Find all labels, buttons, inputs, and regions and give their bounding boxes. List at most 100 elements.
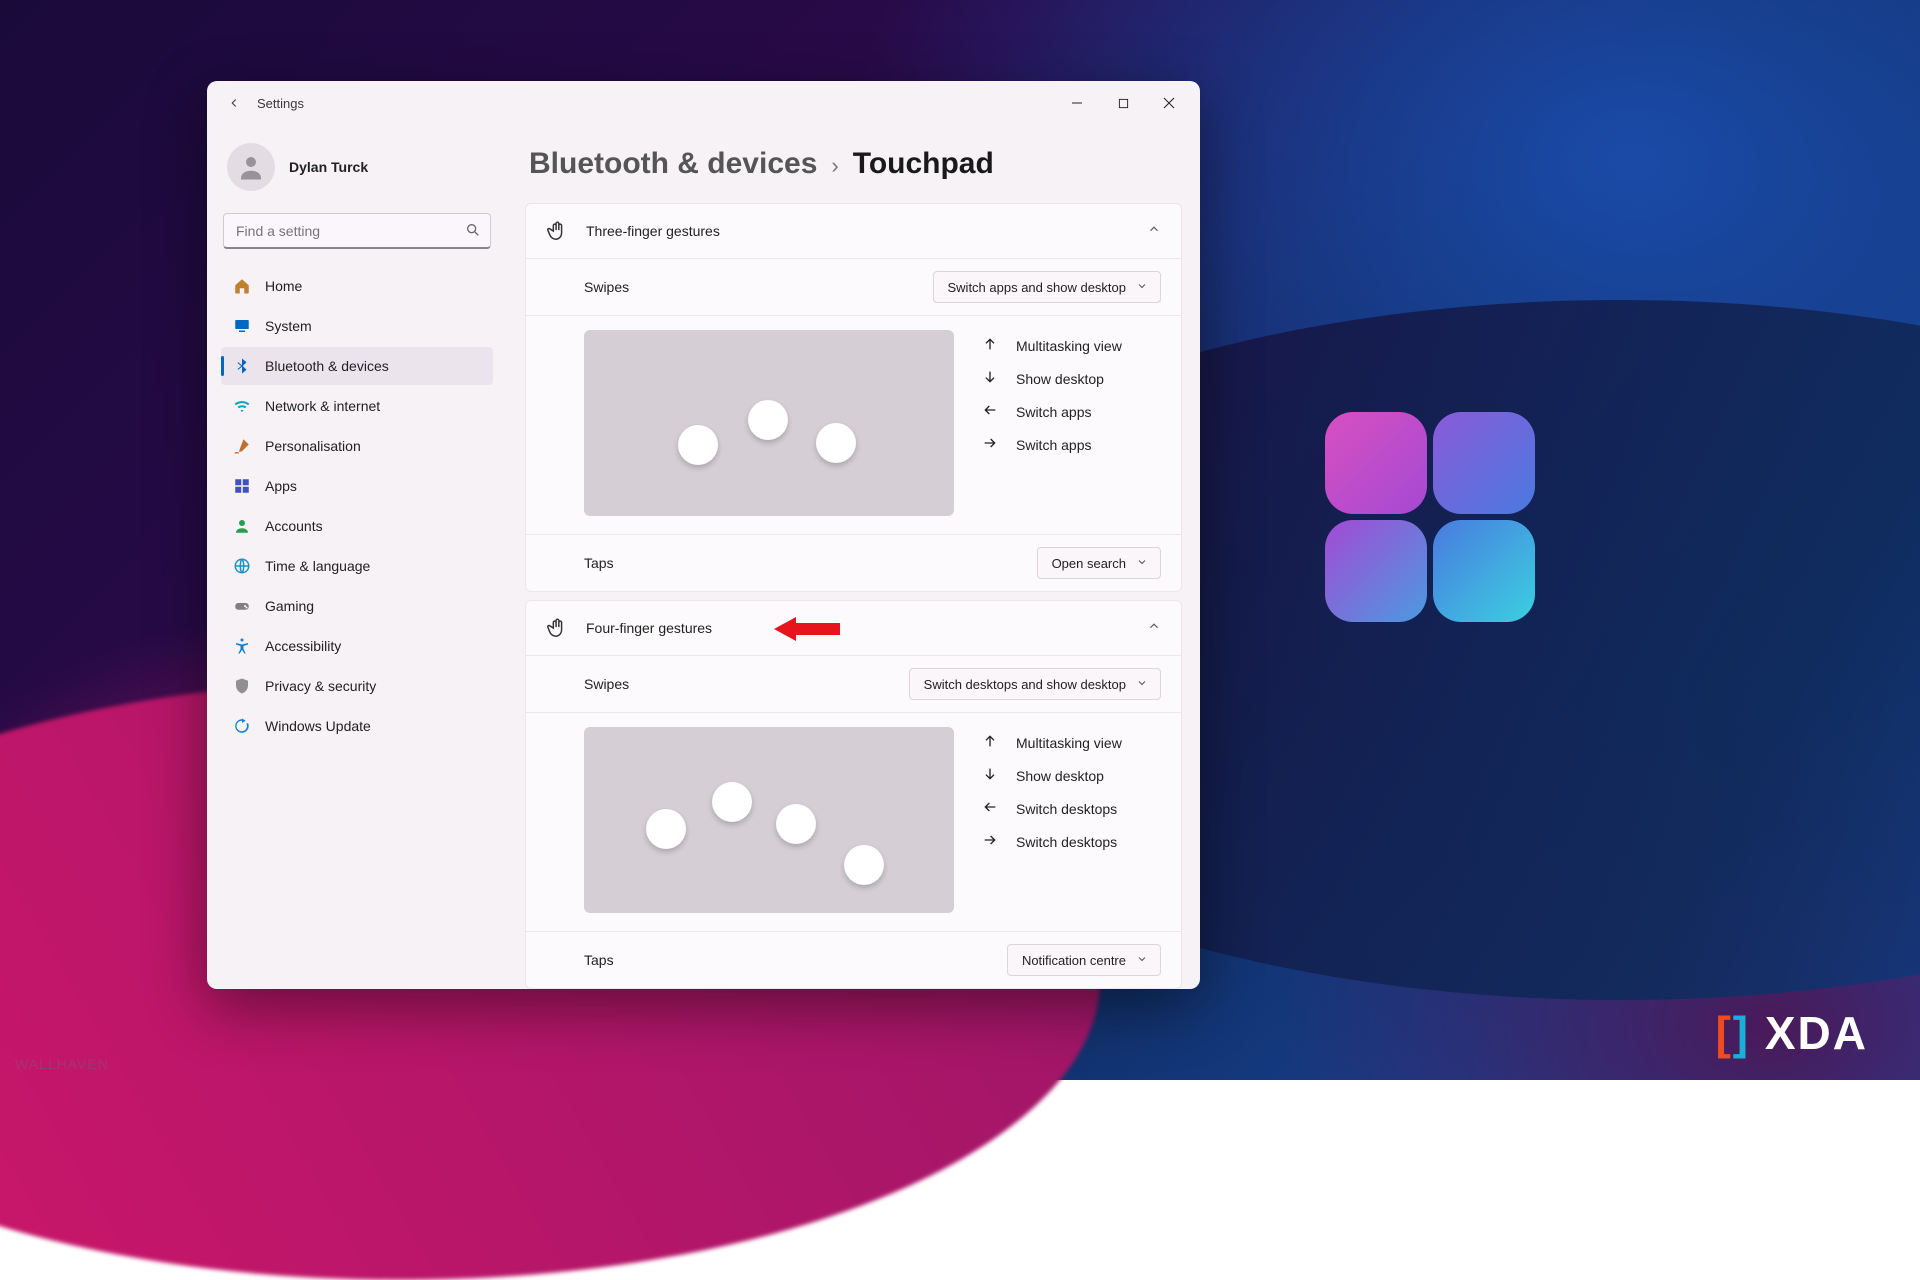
main-content: Bluetooth & devices › Touchpad Three-fin… (507, 125, 1200, 989)
windows-logo-decoration (1325, 412, 1535, 622)
gesture-action-right[interactable]: Switch apps (982, 435, 1122, 454)
sidebar-item-label: Time & language (265, 558, 370, 574)
search-input[interactable] (223, 213, 491, 249)
arrow-right-icon (982, 435, 1000, 454)
apps-icon (233, 477, 251, 495)
sidebar-item-label: Home (265, 278, 302, 294)
taps-dropdown-three[interactable]: Open search (1037, 547, 1161, 579)
account-icon (233, 517, 251, 535)
sidebar-item-label: Privacy & security (265, 678, 376, 694)
back-button[interactable] (217, 86, 251, 120)
profile-block[interactable]: Dylan Turck (217, 135, 497, 209)
sidebar-item-label: Gaming (265, 598, 314, 614)
chevron-right-icon: › (831, 153, 838, 179)
system-icon (233, 317, 251, 335)
sidebar-item-label: Windows Update (265, 718, 371, 734)
arrow-left-icon (982, 402, 1000, 421)
hand-icon (546, 220, 568, 242)
wifi-icon (233, 397, 251, 415)
swipes-label: Swipes (584, 279, 629, 295)
brush-icon (233, 437, 251, 455)
swipes-dropdown-three[interactable]: Switch apps and show desktop (933, 271, 1162, 303)
gesture-action-up[interactable]: Multitasking view (982, 336, 1122, 355)
home-icon (233, 277, 251, 295)
chevron-down-icon (1136, 556, 1148, 571)
chevron-down-icon (1136, 280, 1148, 295)
sidebar-item-accessibility[interactable]: Accessibility (221, 627, 493, 665)
sidebar-item-accounts[interactable]: Accounts (221, 507, 493, 545)
bluetooth-icon (233, 357, 251, 375)
swipes-preview-row: Multitasking view Show desktop Switch ap… (526, 315, 1181, 534)
gesture-action-right[interactable]: Switch desktops (982, 832, 1122, 851)
globe-icon (233, 557, 251, 575)
gesture-preview-three (584, 330, 954, 516)
chevron-up-icon (1147, 619, 1161, 638)
taps-label: Taps (584, 555, 614, 571)
swipes-row: Swipes Switch apps and show desktop (526, 258, 1181, 315)
sidebar-item-gaming[interactable]: Gaming (221, 587, 493, 625)
gesture-list-four: Multitasking view Show desktop Switch de… (982, 727, 1122, 913)
taps-row: Taps Notification centre (526, 931, 1181, 988)
accessibility-icon (233, 637, 251, 655)
taps-row: Taps Open search (526, 534, 1181, 591)
arrow-up-icon (982, 733, 1000, 752)
three-finger-gestures-card: Three-finger gestures Swipes Switch apps… (525, 203, 1182, 592)
arrow-left-icon (982, 799, 1000, 818)
hand-icon (546, 617, 568, 639)
search-icon (465, 222, 481, 243)
three-finger-gestures-header[interactable]: Three-finger gestures (526, 204, 1181, 258)
maximize-button[interactable] (1100, 86, 1146, 120)
minimize-button[interactable] (1054, 86, 1100, 120)
xda-brand-mark: [] XDA (1715, 1006, 1868, 1060)
sidebar-item-windows-update[interactable]: Windows Update (221, 707, 493, 745)
gesture-action-down[interactable]: Show desktop (982, 369, 1122, 388)
four-finger-gestures-card: Four-finger gestures Swipes Switch deskt… (525, 600, 1182, 989)
sidebar-item-label: Personalisation (265, 438, 361, 454)
arrow-right-icon (982, 832, 1000, 851)
four-finger-gestures-header[interactable]: Four-finger gestures (526, 601, 1181, 655)
sidebar-item-label: System (265, 318, 312, 334)
sidebar-item-label: Accessibility (265, 638, 341, 654)
panel-title: Four-finger gestures (586, 620, 1147, 636)
sidebar-item-personalisation[interactable]: Personalisation (221, 427, 493, 465)
gesture-action-up[interactable]: Multitasking view (982, 733, 1122, 752)
swipes-row: Swipes Switch desktops and show desktop (526, 655, 1181, 712)
swipes-dropdown-four[interactable]: Switch desktops and show desktop (909, 668, 1161, 700)
taps-label: Taps (584, 952, 614, 968)
settings-window: Settings Dylan Turck (207, 81, 1200, 989)
sidebar-item-network[interactable]: Network & internet (221, 387, 493, 425)
sidebar-nav: Home System Bluetooth & devices Network … (217, 267, 497, 745)
avatar (227, 143, 275, 191)
swipes-preview-row: Multitasking view Show desktop Switch de… (526, 712, 1181, 931)
gesture-list-three: Multitasking view Show desktop Switch ap… (982, 330, 1122, 516)
gesture-action-down[interactable]: Show desktop (982, 766, 1122, 785)
sidebar-item-apps[interactable]: Apps (221, 467, 493, 505)
sidebar-item-label: Accounts (265, 518, 323, 534)
chevron-up-icon (1147, 222, 1161, 241)
sidebar-item-label: Apps (265, 478, 297, 494)
chevron-down-icon (1136, 953, 1148, 968)
sidebar-item-label: Network & internet (265, 398, 380, 414)
sidebar-item-home[interactable]: Home (221, 267, 493, 305)
swipes-label: Swipes (584, 676, 629, 692)
update-icon (233, 717, 251, 735)
breadcrumb-parent[interactable]: Bluetooth & devices (529, 147, 817, 181)
wallpaper-watermark: WALLHAVEN (15, 1056, 109, 1072)
arrow-up-icon (982, 336, 1000, 355)
taps-dropdown-four[interactable]: Notification centre (1007, 944, 1161, 976)
gesture-action-left[interactable]: Switch desktops (982, 799, 1122, 818)
sidebar-item-time-language[interactable]: Time & language (221, 547, 493, 585)
breadcrumb: Bluetooth & devices › Touchpad (525, 147, 1182, 181)
sidebar-item-privacy-security[interactable]: Privacy & security (221, 667, 493, 705)
shield-icon (233, 677, 251, 695)
sidebar-item-bluetooth-devices[interactable]: Bluetooth & devices (221, 347, 493, 385)
close-button[interactable] (1146, 86, 1192, 120)
sidebar-item-label: Bluetooth & devices (265, 358, 389, 374)
gamepad-icon (233, 597, 251, 615)
arrow-down-icon (982, 369, 1000, 388)
arrow-down-icon (982, 766, 1000, 785)
sidebar-item-system[interactable]: System (221, 307, 493, 345)
gesture-action-left[interactable]: Switch apps (982, 402, 1122, 421)
window-title: Settings (257, 96, 304, 111)
search-field-wrap (223, 213, 491, 249)
